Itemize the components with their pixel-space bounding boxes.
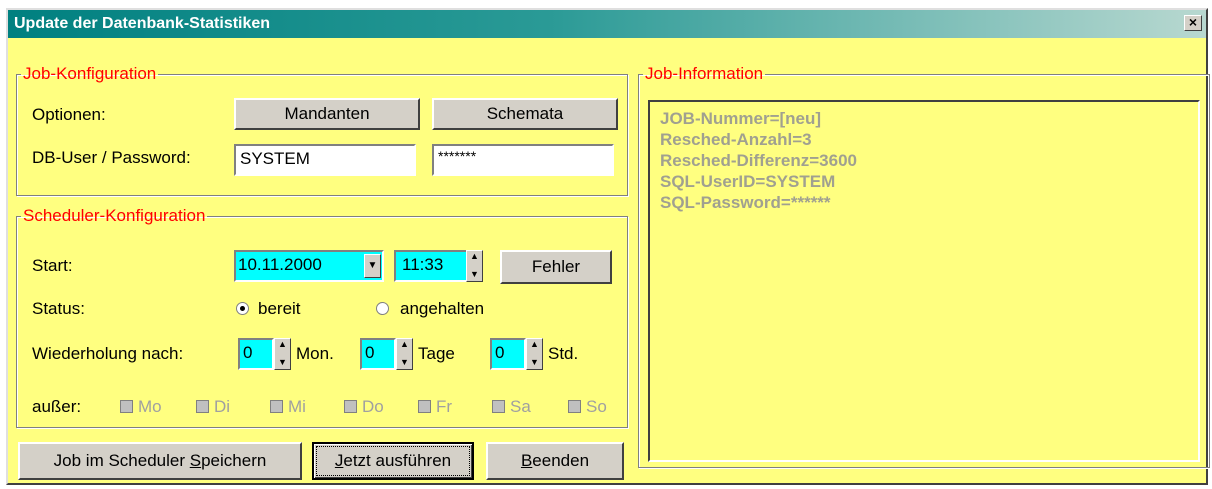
fehler-button[interactable]: Fehler <box>500 250 612 284</box>
title-bar[interactable]: Update der Datenbank-Statistiken × <box>8 10 1206 38</box>
start-date-picker[interactable]: 10.11.2000 <box>234 250 384 282</box>
weekday-label-do: Do <box>362 397 384 416</box>
exit-label: Beenden <box>520 451 590 470</box>
hours-input[interactable]: 0 <box>490 338 526 370</box>
weekday-label-so: So <box>586 397 607 416</box>
hours-stepper[interactable]: ▲ ▼ <box>526 338 543 370</box>
close-button[interactable]: × <box>1184 15 1202 31</box>
run-now-label: Jetzt ausführen <box>334 451 452 470</box>
status-ready-label[interactable]: bereit <box>258 299 301 319</box>
arrow-down-icon[interactable]: ▼ <box>527 357 542 367</box>
mandanten-button[interactable]: Mandanten <box>234 98 420 130</box>
days-unit-label: Tage <box>418 344 455 363</box>
job-info-line: Resched-Anzahl=3 <box>660 130 812 149</box>
arrow-down-icon[interactable]: ▼ <box>467 269 482 279</box>
hours-unit-label: Std. <box>548 344 579 363</box>
status-paused-label[interactable]: angehalten <box>400 299 484 319</box>
exit-button[interactable]: Beenden <box>486 442 624 480</box>
scheduler-config-group: Scheduler-Konfiguration <box>16 206 628 428</box>
weekday-checkbox-di[interactable] <box>196 400 209 413</box>
weekday-label-sa: Sa <box>510 397 531 416</box>
weekday-label-mo: Mo <box>138 397 162 416</box>
weekday-checkbox-mo[interactable] <box>120 400 133 413</box>
run-now-button[interactable]: Jetzt ausführen <box>312 442 474 480</box>
arrow-up-icon[interactable]: ▲ <box>275 339 290 349</box>
window-title: Update der Datenbank-Statistiken <box>14 15 271 32</box>
db-user-label: DB-User / Password: <box>32 148 191 167</box>
options-label: Optionen: <box>32 105 106 124</box>
dialog-window: Update der Datenbank-Statistiken × Job-K… <box>6 8 1210 485</box>
job-info-line: Resched-Differenz=3600 <box>660 151 858 170</box>
months-input[interactable]: 0 <box>238 338 274 370</box>
db-password-input[interactable]: ******* <box>432 144 614 176</box>
schemata-button[interactable]: Schemata <box>432 98 618 130</box>
arrow-up-icon[interactable]: ▲ <box>467 251 482 261</box>
weekday-checkbox-so[interactable] <box>568 400 581 413</box>
save-in-scheduler-button[interactable]: Job im Scheduler Speichern <box>18 442 302 480</box>
start-time-input[interactable]: 11:33 <box>394 250 474 282</box>
arrow-down-icon[interactable]: ▼ <box>397 357 412 367</box>
job-config-legend: Job-Konfiguration <box>23 64 157 83</box>
start-label: Start: <box>32 256 73 275</box>
weekday-checkbox-fr[interactable] <box>418 400 431 413</box>
arrow-down-icon[interactable]: ▼ <box>275 357 290 367</box>
db-user-input[interactable]: SYSTEM <box>234 144 416 176</box>
job-config-group: Job-Konfiguration <box>16 64 628 196</box>
job-info-textarea[interactable]: JOB-Nummer=[neu] Resched-Anzahl=3 Resche… <box>648 100 1200 462</box>
repeat-label: Wiederholung nach: <box>32 344 184 363</box>
months-stepper[interactable]: ▲ ▼ <box>274 338 291 370</box>
weekday-label-fr: Fr <box>436 397 453 416</box>
job-info-line: SQL-UserID=SYSTEM <box>660 172 836 191</box>
status-label: Status: <box>32 299 85 318</box>
weekday-checkbox-do[interactable] <box>344 400 357 413</box>
save-in-scheduler-label: Job im Scheduler Speichern <box>53 451 267 470</box>
weekday-checkbox-mi[interactable] <box>270 400 283 413</box>
chevron-down-icon: ▼ <box>367 260 378 271</box>
weekday-label-mi: Mi <box>288 397 306 416</box>
days-input[interactable]: 0 <box>360 338 396 370</box>
arrow-up-icon[interactable]: ▲ <box>397 339 412 349</box>
job-info-line: JOB-Nummer=[neu] <box>660 109 822 128</box>
status-paused-radio[interactable] <box>376 302 389 315</box>
status-ready-radio[interactable] <box>236 302 249 315</box>
months-unit-label: Mon. <box>296 344 334 363</box>
days-stepper[interactable]: ▲ ▼ <box>396 338 413 370</box>
job-info-line: SQL-Password=****** <box>660 193 831 212</box>
weekday-checkbox-sa[interactable] <box>492 400 505 413</box>
except-label: außer: <box>32 397 82 416</box>
time-stepper[interactable]: ▲ ▼ <box>466 250 483 282</box>
scheduler-config-legend: Scheduler-Konfiguration <box>23 206 206 225</box>
arrow-up-icon[interactable]: ▲ <box>527 339 542 349</box>
job-info-legend: Job-Information <box>645 64 764 83</box>
weekday-label-di: Di <box>214 397 231 416</box>
date-dropdown-button[interactable]: ▼ <box>364 254 381 278</box>
